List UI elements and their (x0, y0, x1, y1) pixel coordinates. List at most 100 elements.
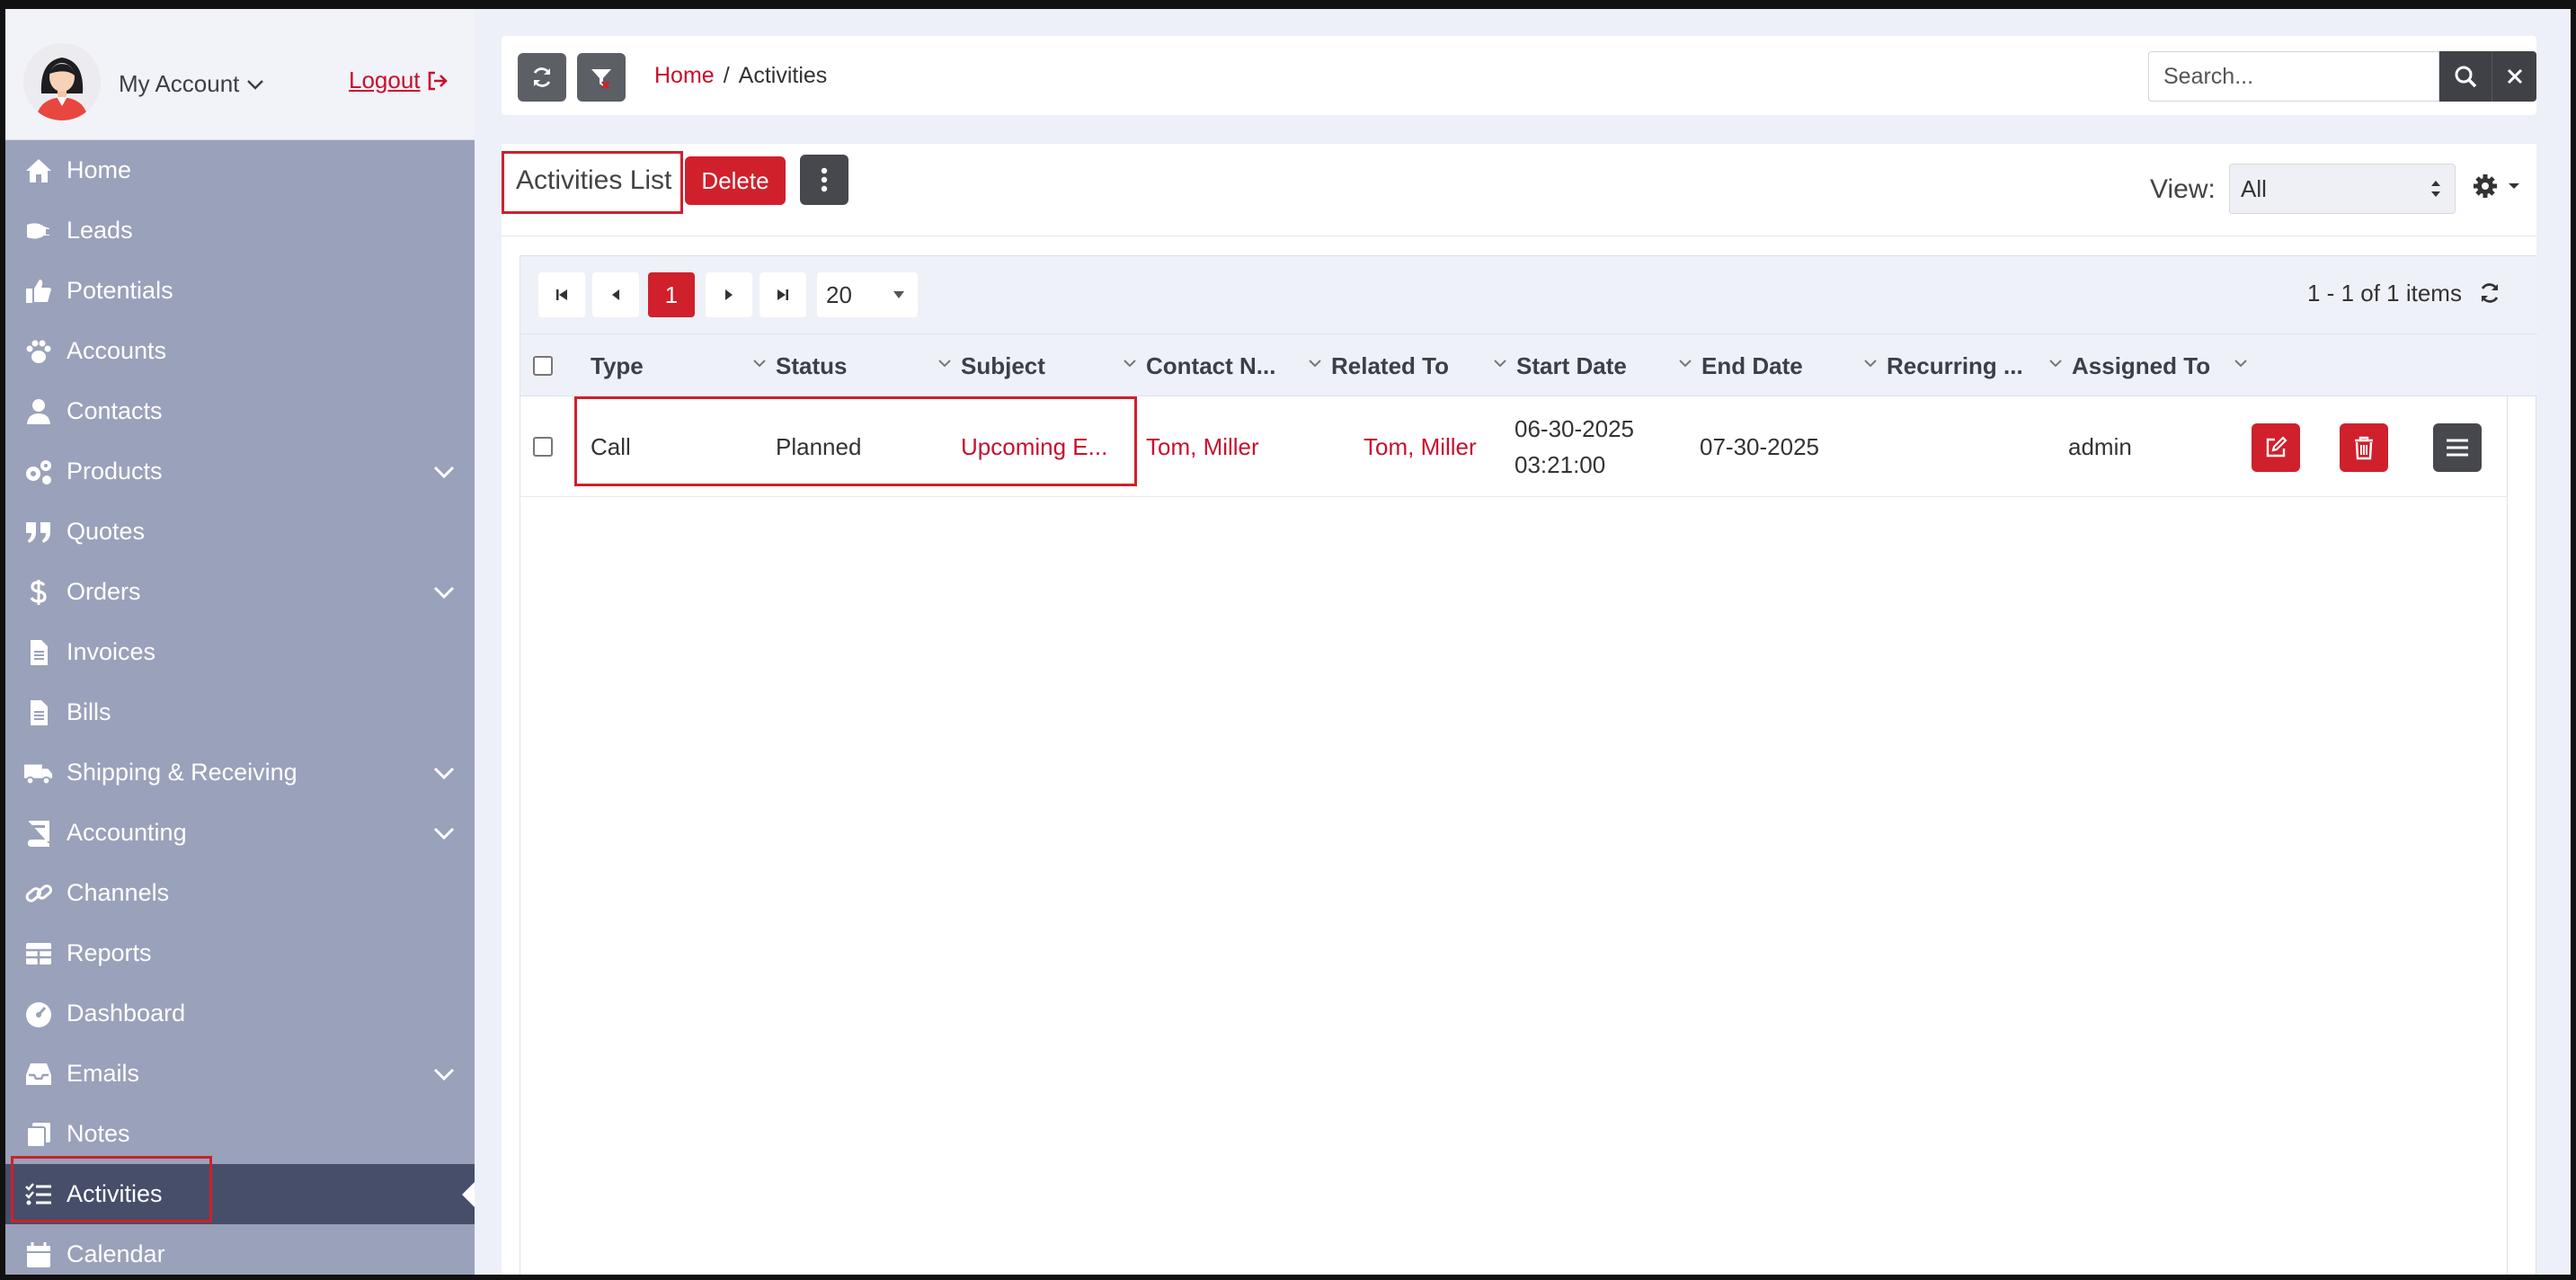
prev-page-button[interactable] (592, 272, 639, 317)
vertical-ellipsis-icon (821, 167, 828, 192)
caret-down-icon (893, 291, 904, 298)
chevron-down-icon[interactable] (431, 580, 457, 605)
grid-scrollbar[interactable] (2507, 396, 2536, 1275)
cell-related-to-link[interactable]: Tom, Miller (1364, 396, 1516, 497)
row-checkbox[interactable] (533, 437, 553, 457)
page-size-select[interactable]: 20 (817, 272, 918, 317)
page-number-button[interactable]: 1 (648, 272, 695, 317)
sidebar-item-products[interactable]: Products (5, 441, 475, 502)
column-header-label: Status (776, 351, 848, 379)
delete-row-button[interactable] (2340, 423, 2388, 472)
column-header-type[interactable]: Type (591, 334, 776, 397)
sidebar-item-invoices[interactable]: Invoices (5, 622, 475, 682)
avatar[interactable] (23, 43, 101, 120)
start-date-value: 06-30-2025 (1515, 415, 1634, 442)
gauge-icon (23, 999, 54, 1029)
sidebar-item-dashboard[interactable]: Dashboard (5, 983, 475, 1044)
sidebar-item-label: Quotes (67, 518, 146, 545)
cell-status: Planned (776, 432, 862, 460)
chevron-down-icon[interactable] (431, 459, 457, 484)
column-header-label: Assigned To (2072, 351, 2211, 379)
first-page-button[interactable] (538, 272, 585, 317)
column-header-end-date[interactable]: End Date (1701, 334, 1887, 397)
sidebar-item-channels[interactable]: Channels (5, 863, 475, 923)
sidebar-item-label: Activities (67, 1180, 163, 1207)
my-account-menu[interactable]: My Account (119, 70, 264, 98)
settings-dropdown[interactable] (2472, 173, 2520, 200)
select-all-checkbox[interactable] (533, 356, 553, 376)
chevron-down-icon (1864, 360, 1877, 368)
grid-refresh-button[interactable] (2478, 281, 2501, 309)
leads-icon (23, 216, 54, 246)
chevron-down-icon (1494, 360, 1506, 368)
sidebar-item-home[interactable]: Home (5, 140, 475, 200)
chevron-down-icon (1124, 360, 1136, 368)
column-header-label: Subject (961, 351, 1045, 379)
column-header-related-to[interactable]: Related To (1331, 334, 1516, 397)
sidebar-item-label: Leads (67, 217, 133, 244)
sidebar-item-quotes[interactable]: Quotes (5, 502, 475, 562)
chevron-down-icon[interactable] (431, 760, 457, 786)
search-button[interactable] (2439, 51, 2492, 102)
chevron-down-icon (2234, 360, 2247, 368)
column-header-status[interactable]: Status (776, 334, 961, 397)
column-header-label: Recurring ... (1887, 351, 2023, 379)
chevron-down-icon (247, 79, 264, 90)
row-menu-button[interactable] (2433, 423, 2482, 472)
items-count: 1 - 1 of 1 items (2307, 280, 2462, 307)
breadcrumb-home-link[interactable]: Home (654, 63, 715, 89)
chevron-down-icon[interactable] (431, 821, 457, 846)
column-header-label: Type (591, 351, 644, 379)
cell-contact-link[interactable]: Tom, Miller (1146, 396, 1326, 497)
sidebar-item-contacts[interactable]: Contacts (5, 381, 475, 441)
column-header-recurring[interactable]: Recurring ... (1887, 334, 2072, 397)
search-input[interactable] (2148, 51, 2439, 102)
cell-assigned-to: admin (2068, 432, 2132, 460)
sidebar-item-activities[interactable]: Activities (5, 1164, 475, 1224)
sidebar-item-orders[interactable]: Orders (5, 562, 475, 622)
sidebar-item-leads[interactable]: Leads (5, 200, 475, 261)
gear-icon (2474, 174, 2497, 198)
table-icon (23, 938, 54, 969)
refresh-icon (2481, 283, 2499, 303)
filter-button[interactable] (577, 53, 626, 102)
sidebar-item-accounting[interactable]: Accounting (5, 803, 475, 863)
sidebar-item-notes[interactable]: Notes (5, 1104, 475, 1164)
cell-recurring (1887, 396, 2066, 497)
first-page-icon (556, 289, 567, 300)
sidebar-item-potentials[interactable]: Potentials (5, 261, 475, 321)
edit-button[interactable] (2252, 423, 2300, 472)
chevron-down-icon[interactable] (431, 1062, 457, 1087)
table-header: Type Status Subject Contact N... Related… (520, 333, 2537, 396)
delete-button[interactable]: Delete (685, 156, 786, 205)
column-header-subject[interactable]: Subject (961, 334, 1146, 397)
next-page-button[interactable] (706, 272, 752, 317)
breadcrumb-separator: / (723, 63, 730, 88)
cell-start-date: 06-30-2025 03:21:00 (1515, 396, 1694, 497)
refresh-button[interactable] (518, 53, 566, 102)
file-icon (23, 698, 54, 728)
activities-grid: 1 20 1 - 1 of 1 items Type Status Subjec… (520, 255, 2537, 1275)
column-header-start-date[interactable]: Start Date (1516, 334, 1701, 397)
select-arrows-icon (2431, 181, 2440, 197)
sidebar-item-accounts[interactable]: Accounts (5, 321, 475, 381)
logout-link[interactable]: Logout (349, 67, 449, 94)
inbox-icon (23, 1059, 54, 1089)
sidebar-item-shipping-receiving[interactable]: Shipping & Receiving (5, 742, 475, 803)
more-actions-button[interactable] (800, 155, 848, 205)
caret-down-icon (2509, 183, 2519, 189)
sidebar-item-calendar[interactable]: Calendar (5, 1224, 475, 1275)
view-select[interactable]: All (2229, 164, 2456, 214)
last-page-button[interactable] (759, 272, 806, 317)
row-select-cell (533, 396, 569, 497)
column-header-assigned-to[interactable]: Assigned To (2072, 334, 2257, 397)
sidebar-item-emails[interactable]: Emails (5, 1044, 475, 1104)
cell-end-date: 07-30-2025 (1700, 432, 1819, 460)
sidebar: My Account Logout Home Leads Potentials (5, 9, 475, 1275)
column-header-contact-name[interactable]: Contact N... (1146, 334, 1331, 397)
sidebar-item-bills[interactable]: Bills (5, 682, 475, 742)
sidebar-item-reports[interactable]: Reports (5, 923, 475, 983)
clear-search-button[interactable] (2492, 51, 2536, 102)
cell-subject-link[interactable]: Upcoming E... (961, 396, 1141, 497)
table-row[interactable]: Call Planned Upcoming E... Tom, Miller T… (520, 396, 2507, 497)
